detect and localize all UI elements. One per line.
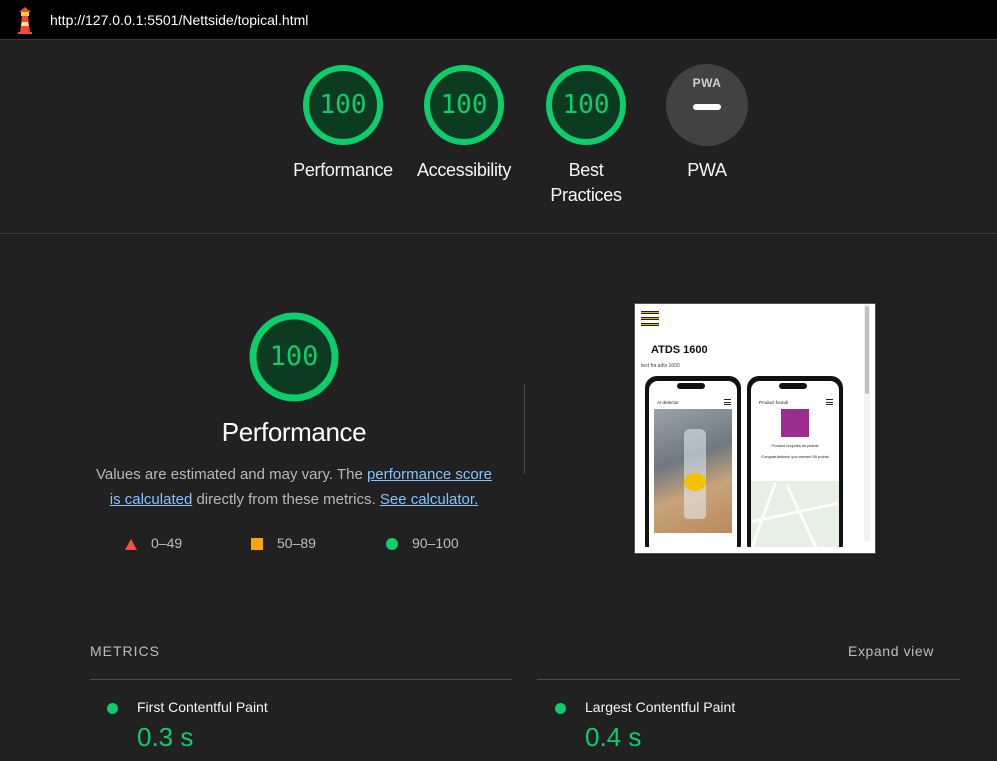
gauge-best-practices[interactable]: 100 Best Practices: [531, 64, 641, 208]
gauge-pwa[interactable]: PWA PWA: [652, 64, 762, 183]
performance-description: Values are estimated and may vary. The p…: [95, 466, 493, 508]
performance-gauge-large: 100: [248, 311, 340, 403]
category-gauges: 100 Performance 100 Accessibility 100 Be…: [0, 40, 997, 234]
lighthouse-icon: [18, 7, 32, 34]
legend-pass: 90–100: [386, 535, 459, 551]
pwa-badge-icon: PWA: [666, 64, 748, 146]
expand-view-button[interactable]: Expand view: [848, 643, 934, 659]
legend-average: 50–89: [251, 535, 316, 551]
site-subtitle: test fra adts 1600: [641, 363, 680, 369]
gauge-label: Best Practices: [550, 160, 622, 205]
map-thumbnail: [751, 481, 839, 547]
performance-title: Performance: [221, 417, 367, 447]
metric-name: Largest Contentful Paint: [585, 699, 736, 715]
screenshot-page: ATDS 1600 test fra adts 1600 AI detector…: [641, 310, 869, 547]
top-bar: http://127.0.0.1:5501/Nettside/topical.h…: [0, 0, 997, 40]
report-url[interactable]: http://127.0.0.1:5501/Nettside/topical.h…: [50, 12, 308, 28]
circle-icon: [555, 703, 566, 714]
gauge-score: 100: [319, 90, 367, 120]
gauge-label: Performance: [293, 160, 393, 180]
divider: [524, 384, 525, 474]
gauge-score: 100: [440, 90, 488, 120]
final-screenshot[interactable]: ATDS 1600 test fra adts 1600 AI detector…: [634, 303, 876, 554]
performance-score: 100: [269, 341, 319, 372]
calculator-link[interactable]: See calculator.: [380, 491, 478, 508]
gauge-score: 100: [562, 90, 610, 120]
gauge-label: PWA: [687, 160, 727, 180]
metrics-divider-left: [90, 679, 512, 680]
circle-icon: [386, 538, 398, 551]
triangle-icon: [125, 538, 137, 550]
site-title: ATDS 1600: [651, 344, 708, 356]
gauge-accessibility[interactable]: 100 Accessibility: [409, 64, 519, 183]
phone-mockup-detector: AI detector: [645, 376, 741, 547]
bottle-photo: [654, 409, 732, 533]
metrics-heading: METRICS: [90, 643, 160, 659]
hamburger-icon: [641, 311, 659, 327]
metric-value: 0.3 s: [137, 722, 194, 752]
square-icon: [251, 538, 263, 551]
metric-value: 0.4 s: [585, 722, 642, 752]
metric-name: First Contentful Paint: [137, 699, 268, 715]
gauge-label: Accessibility: [416, 160, 512, 180]
metrics-divider-right: [537, 679, 960, 680]
bottle-icon: [781, 409, 809, 437]
gauge-performance[interactable]: 100 Performance: [288, 64, 398, 183]
legend-fail: 0–49: [125, 535, 182, 551]
circle-icon: [107, 703, 118, 714]
screenshot-scrollbar[interactable]: [864, 304, 870, 541]
phone-mockup-product: Product found! Product recycles as plast…: [747, 376, 843, 547]
